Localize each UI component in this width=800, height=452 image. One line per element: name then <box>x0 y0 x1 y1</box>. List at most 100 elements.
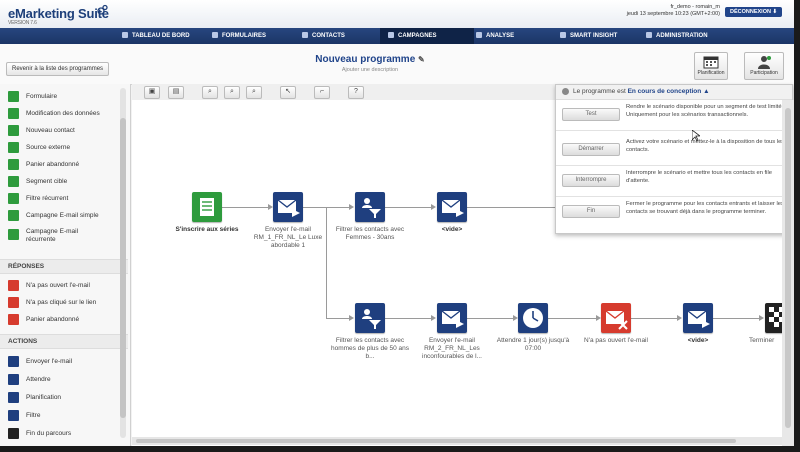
palette-simple-email-campaign[interactable]: Campagne E-mail simple <box>8 209 120 223</box>
help-icon[interactable]: ? <box>348 86 364 99</box>
planning-button[interactable]: Planification <box>694 52 728 80</box>
palette-form[interactable]: Formulaire <box>8 90 120 104</box>
palette-label: Filtre <box>26 412 41 419</box>
nav-campaigns[interactable]: CAMPAGNES <box>380 28 474 44</box>
test-button[interactable]: Test <box>562 108 620 121</box>
status-panel-header[interactable]: Le programme est En cours de conception … <box>556 85 792 100</box>
chevron-up-icon[interactable]: ▲ <box>703 88 709 95</box>
palette-label: Campagne E-mail simple <box>26 212 99 219</box>
palette-label: Modification des données <box>26 110 100 117</box>
user-edit-icon <box>8 108 19 119</box>
palette-response-abandoned-cart[interactable]: Panier abandonné <box>8 313 120 327</box>
interrupt-button[interactable]: Interrompre <box>562 174 620 187</box>
node-wait[interactable] <box>518 303 548 333</box>
email-icon <box>8 210 19 221</box>
nav-dashboard[interactable]: TABLEAU DE BORD <box>116 28 206 44</box>
palette-planning[interactable]: Planification <box>8 391 120 405</box>
palette-external-source[interactable]: Source externe <box>8 141 120 155</box>
email-not-opened-icon <box>605 310 628 330</box>
palette-abandoned-cart[interactable]: Panier abandonné <box>8 158 120 172</box>
canvas-hscroll-thumb[interactable] <box>136 439 736 443</box>
status-prefix: Le programme est <box>573 88 626 95</box>
palette-recurring-filter[interactable]: Filtre récurrent <box>8 192 120 206</box>
arrow-icon <box>759 315 764 321</box>
clock-icon <box>523 308 543 328</box>
node-label: <vide> <box>687 337 709 344</box>
palette-not-clicked[interactable]: N'a pas cliqué sur le lien <box>8 296 120 310</box>
logout-button[interactable]: DÉCONNEXION ⬇ <box>725 7 783 17</box>
nav-label: ANALYSE <box>486 33 515 39</box>
arrow-icon <box>349 204 354 210</box>
node-label: <vide> <box>441 226 463 233</box>
filter-icon <box>8 410 19 421</box>
zoom-in-icon[interactable]: ⌕ <box>224 86 240 99</box>
logout-label: DÉCONNEXION <box>730 9 771 15</box>
canvas-vscroll-thumb[interactable] <box>785 108 791 428</box>
form-icon <box>8 91 19 102</box>
palette-label: Panier abandonné <box>26 161 80 168</box>
not-opened-icon <box>8 280 19 291</box>
palette-target-segment[interactable]: Segment cible <box>8 175 120 189</box>
participants-icon <box>758 56 771 69</box>
nav-forms[interactable]: FORMULAIRES <box>206 28 292 44</box>
node-not-opened[interactable] <box>601 303 631 333</box>
connector <box>467 318 515 319</box>
add-contact-icon <box>8 125 19 136</box>
end-button[interactable]: Fin <box>562 205 620 218</box>
program-header: Revenir à la liste des programmes Nouvea… <box>0 44 794 85</box>
node-filter-men[interactable] <box>355 303 385 333</box>
start-button[interactable]: Démarrer <box>562 143 620 156</box>
sidebar-scrollbar[interactable] <box>120 88 126 438</box>
smart-insight-icon <box>560 32 566 38</box>
palette-end-journey[interactable]: Fin du parcours <box>8 427 120 441</box>
node-empty-email-bottom[interactable] <box>683 303 713 333</box>
save-as-icon[interactable]: ▤ <box>168 86 184 99</box>
nav-smart-insight[interactable]: SMART INSIGHT <box>556 28 638 44</box>
zoom-fit-icon[interactable]: ⌕ <box>202 86 218 99</box>
program-title[interactable]: Nouveau programme ✎ <box>300 54 440 65</box>
palette-filter[interactable]: Filtre <box>8 409 120 423</box>
pencil-icon[interactable]: ✎ <box>418 55 425 64</box>
back-to-programs-button[interactable]: Revenir à la liste des programmes <box>6 62 110 76</box>
palette-wait[interactable]: Attendre <box>8 373 120 387</box>
node-label: Envoyer l'e-mail RM_1_FR_NL_Le Luxe abor… <box>253 226 323 249</box>
zoom-out-icon[interactable]: ⌕ <box>246 86 262 99</box>
node-send-email-1[interactable] <box>273 192 303 222</box>
connector <box>326 318 351 319</box>
participation-button[interactable]: Participation <box>744 52 784 80</box>
sidebar-scroll-thumb[interactable] <box>120 118 126 418</box>
program-description[interactable]: Ajouter une description <box>300 67 440 73</box>
node-send-email-2[interactable] <box>437 303 467 333</box>
start-description: Activez votre scénario et mettez-le à la… <box>626 139 785 153</box>
connector-tool-icon[interactable]: ⌐ <box>314 86 330 99</box>
send-email-icon <box>277 199 300 217</box>
canvas-horizontal-scrollbar[interactable] <box>132 437 782 445</box>
node-filter-women[interactable] <box>355 192 385 222</box>
palette-label: Envoyer l'e-mail <box>26 358 73 365</box>
palette-label: N'a pas ouvert l'e-mail <box>26 282 90 289</box>
node-empty-email-top[interactable] <box>437 192 467 222</box>
node-label: Filtrer les contacts avec Femmes - 30ans <box>335 226 405 241</box>
palette-data-change[interactable]: Modification des données <box>8 107 120 121</box>
node-series-signup[interactable] <box>192 192 222 222</box>
filter-contacts-icon <box>362 198 381 218</box>
checkered-flag-icon <box>8 428 19 439</box>
palette-label: Campagne E-mail récurrente <box>26 228 79 243</box>
app-frame: eMarketing Suite VERSION 7.6 fr_demo - r… <box>0 0 794 446</box>
status-value: En cours de conception <box>627 88 702 95</box>
palette-new-contact[interactable]: Nouveau contact <box>8 124 120 138</box>
end-description: Fermer le programme pour les contacts en… <box>626 201 784 215</box>
nav-label: ADMINISTRATION <box>656 33 708 39</box>
nav-administration[interactable]: ADMINISTRATION <box>642 28 730 44</box>
select-tool-icon[interactable]: ↖ <box>280 86 296 99</box>
save-icon[interactable]: ▣ <box>144 86 160 99</box>
canvas-vertical-scrollbar[interactable] <box>782 100 794 446</box>
nav-contacts[interactable]: CONTACTS <box>296 28 382 44</box>
status-row-start: Démarrer Activez votre scénario et mette… <box>556 135 792 166</box>
campaigns-icon <box>388 32 394 38</box>
palette-recurring-email-campaign[interactable]: Campagne E-mail récurrente <box>8 228 120 248</box>
palette-send-email[interactable]: Envoyer l'e-mail <box>8 355 120 369</box>
connector <box>713 318 761 319</box>
palette-not-opened[interactable]: N'a pas ouvert l'e-mail <box>8 279 120 293</box>
nav-analysis[interactable]: ANALYSE <box>470 28 552 44</box>
